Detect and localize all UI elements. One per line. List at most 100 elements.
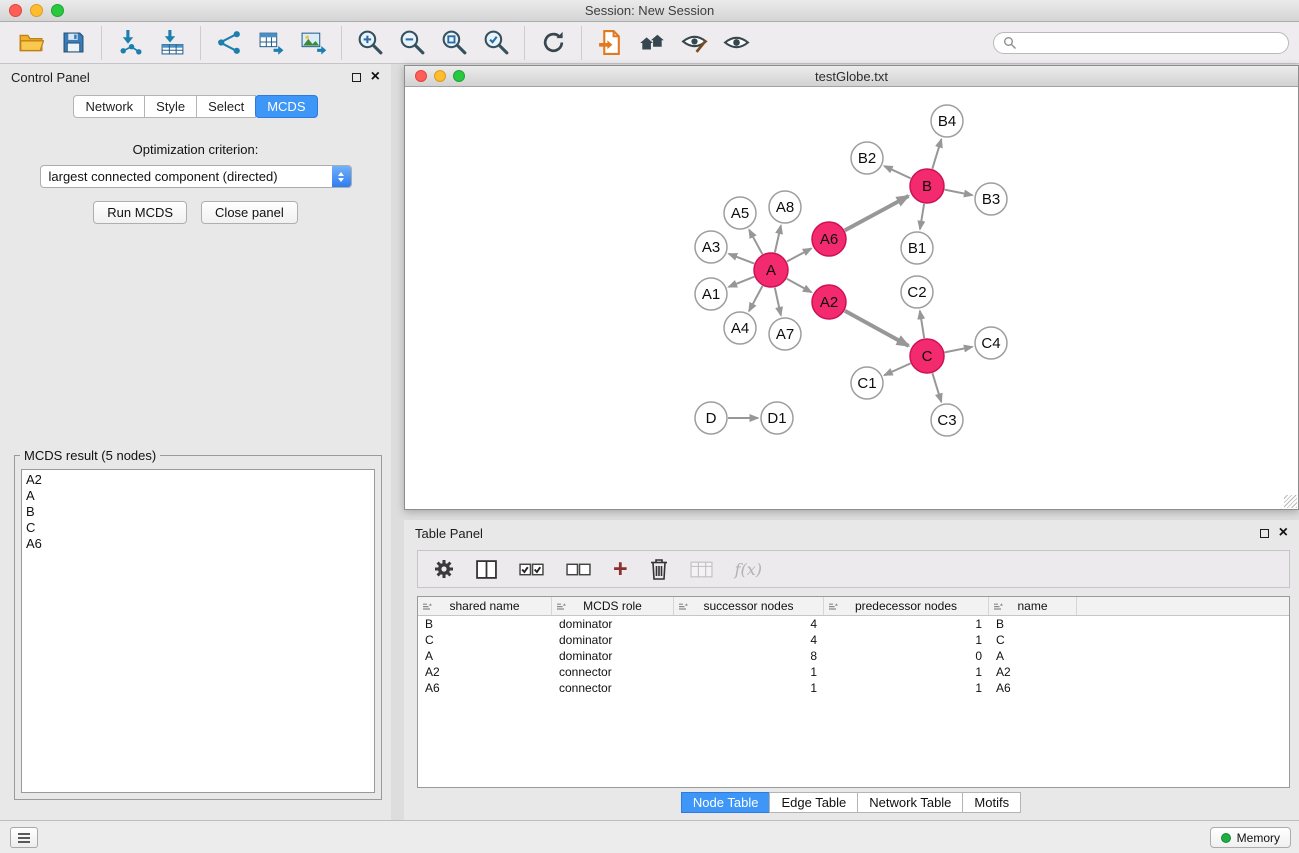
minimize-window-button[interactable] [30, 4, 43, 17]
mcds-result-item[interactable]: A2 [26, 472, 370, 488]
search-input[interactable] [1022, 36, 1279, 50]
close-panel-button-secondary[interactable]: Close panel [201, 201, 298, 224]
import-session-button[interactable] [589, 25, 631, 61]
network-zoom-button[interactable] [453, 70, 465, 82]
graph-node-label: B2 [858, 150, 876, 167]
memory-button[interactable]: Memory [1210, 827, 1291, 848]
toolbar-separator [341, 26, 342, 60]
mcds-result-item[interactable]: A [26, 488, 370, 504]
overview-button[interactable] [631, 25, 673, 61]
show-panels-menu-button[interactable] [10, 827, 38, 848]
deselect-all-button[interactable] [566, 562, 591, 577]
network-minimize-button[interactable] [434, 70, 446, 82]
float-panel-button[interactable] [352, 73, 361, 82]
show-columns-button[interactable] [476, 560, 497, 579]
run-mcds-button[interactable]: Run MCDS [93, 201, 187, 224]
column-sort-icon [556, 602, 566, 611]
delete-column-button[interactable] [650, 558, 668, 580]
graph-node-label: B1 [908, 240, 926, 257]
table-settings-button[interactable] [434, 559, 454, 579]
open-session-button[interactable] [10, 25, 52, 61]
graph-edge-A-A3[interactable] [729, 254, 755, 264]
graph-node-label: A2 [820, 294, 838, 311]
graph-edge-A-A8[interactable] [775, 226, 781, 253]
mcds-result-item[interactable]: C [26, 520, 370, 536]
graph-edge-B-B3[interactable] [945, 190, 973, 196]
close-panel-button[interactable]: × [371, 71, 380, 83]
graph-edge-A-A1[interactable] [729, 277, 755, 287]
check-all-icon [519, 562, 544, 577]
graph-edge-C-C3[interactable] [932, 373, 941, 402]
toolbar-separator [200, 26, 201, 60]
close-table-panel-button[interactable]: × [1279, 527, 1288, 539]
export-image-button[interactable] [292, 25, 334, 61]
table-row[interactable]: Bdominator41B [418, 616, 1289, 632]
column-header-predecessor-nodes[interactable]: predecessor nodes [824, 597, 989, 615]
mcds-result-list[interactable]: A2ABCA6 [21, 469, 375, 793]
graph-edge-B-B4[interactable] [932, 139, 941, 169]
graph-edge-A-A7[interactable] [775, 288, 781, 316]
network-canvas[interactable]: B4B2BB3A8A5A6A3B1AC2A1A2A4A7C4CC1C3DD1 [405, 87, 1298, 509]
mcds-result-item[interactable]: A6 [26, 536, 370, 552]
graph-edge-C-C4[interactable] [945, 347, 973, 353]
control-tab-network[interactable]: Network [73, 95, 145, 118]
table-row[interactable]: A2connector11A2 [418, 664, 1289, 680]
close-window-button[interactable] [9, 4, 22, 17]
export-network-button[interactable] [208, 25, 250, 61]
table-row[interactable]: A6connector11A6 [418, 680, 1289, 696]
toggle-graphics-details-button[interactable] [673, 25, 715, 61]
export-table-button[interactable] [250, 25, 292, 61]
column-header-name[interactable]: name [989, 597, 1077, 615]
graph-edge-A-A2[interactable] [787, 279, 812, 293]
zoom-selected-button[interactable] [475, 25, 517, 61]
zoom-out-button[interactable] [391, 25, 433, 61]
control-tab-style[interactable]: Style [144, 95, 197, 118]
zoom-window-button[interactable] [51, 4, 64, 17]
column-header-successor-nodes[interactable]: successor nodes [674, 597, 824, 615]
optimization-criterion-label: Optimization criterion: [0, 142, 391, 157]
refresh-view-button[interactable] [532, 25, 574, 61]
table-tab-motifs[interactable]: Motifs [962, 792, 1021, 813]
save-session-button[interactable] [52, 25, 94, 61]
graph-edge-B-B1[interactable] [920, 204, 924, 229]
mcds-result-item[interactable]: B [26, 504, 370, 520]
import-network-file-button[interactable] [109, 25, 151, 61]
graph-edge-A-A4[interactable] [749, 286, 763, 311]
table-tab-edge-table[interactable]: Edge Table [769, 792, 858, 813]
control-tab-mcds[interactable]: MCDS [255, 95, 317, 118]
network-graph[interactable]: B4B2BB3A8A5A6A3B1AC2A1A2A4A7C4CC1C3DD1 [405, 87, 1298, 509]
graph-edge-C-C1[interactable] [884, 363, 910, 375]
graph-edge-C-C2[interactable] [920, 311, 924, 338]
column-header-shared-name[interactable]: shared name [418, 597, 552, 615]
table-body: Bdominator41BCdominator41CAdominator80AA… [418, 616, 1289, 696]
table-tab-node-table[interactable]: Node Table [681, 792, 771, 813]
graph-edge-B-B2[interactable] [884, 166, 911, 178]
control-panel-tabs: NetworkStyleSelectMCDS [0, 95, 391, 118]
import-table-file-button[interactable] [151, 25, 193, 61]
graph-edge-A2-C[interactable] [845, 311, 909, 346]
zoom-in-button[interactable] [349, 25, 391, 61]
table-row[interactable]: Adominator80A [418, 648, 1289, 664]
zoom-fit-button[interactable] [433, 25, 475, 61]
graph-edge-A-A6[interactable] [787, 248, 812, 261]
table-row[interactable]: Cdominator41C [418, 632, 1289, 648]
network-close-button[interactable] [415, 70, 427, 82]
show-hide-graphics-button[interactable] [715, 25, 757, 61]
criterion-dropdown[interactable]: largest connected component (directed) [40, 165, 352, 188]
column-header-MCDS-role[interactable]: MCDS role [552, 597, 674, 615]
resize-grip[interactable] [1284, 495, 1297, 508]
table-cell: 4 [674, 617, 824, 631]
float-table-panel-button[interactable] [1260, 529, 1269, 538]
image-export-icon [300, 29, 327, 56]
search-field[interactable] [993, 32, 1289, 54]
graph-edge-A-A5[interactable] [749, 230, 762, 255]
select-all-button[interactable] [519, 562, 544, 577]
table-cell: A6 [418, 681, 552, 695]
control-tab-select[interactable]: Select [196, 95, 256, 118]
node-table: shared nameMCDS rolesuccessor nodesprede… [417, 596, 1290, 788]
graph-edge-A6-B[interactable] [845, 196, 909, 230]
table-cell: connector [552, 665, 674, 679]
table-tab-network-table[interactable]: Network Table [857, 792, 963, 813]
add-column-button[interactable]: + [613, 559, 628, 579]
graph-node-label: C3 [937, 412, 956, 429]
